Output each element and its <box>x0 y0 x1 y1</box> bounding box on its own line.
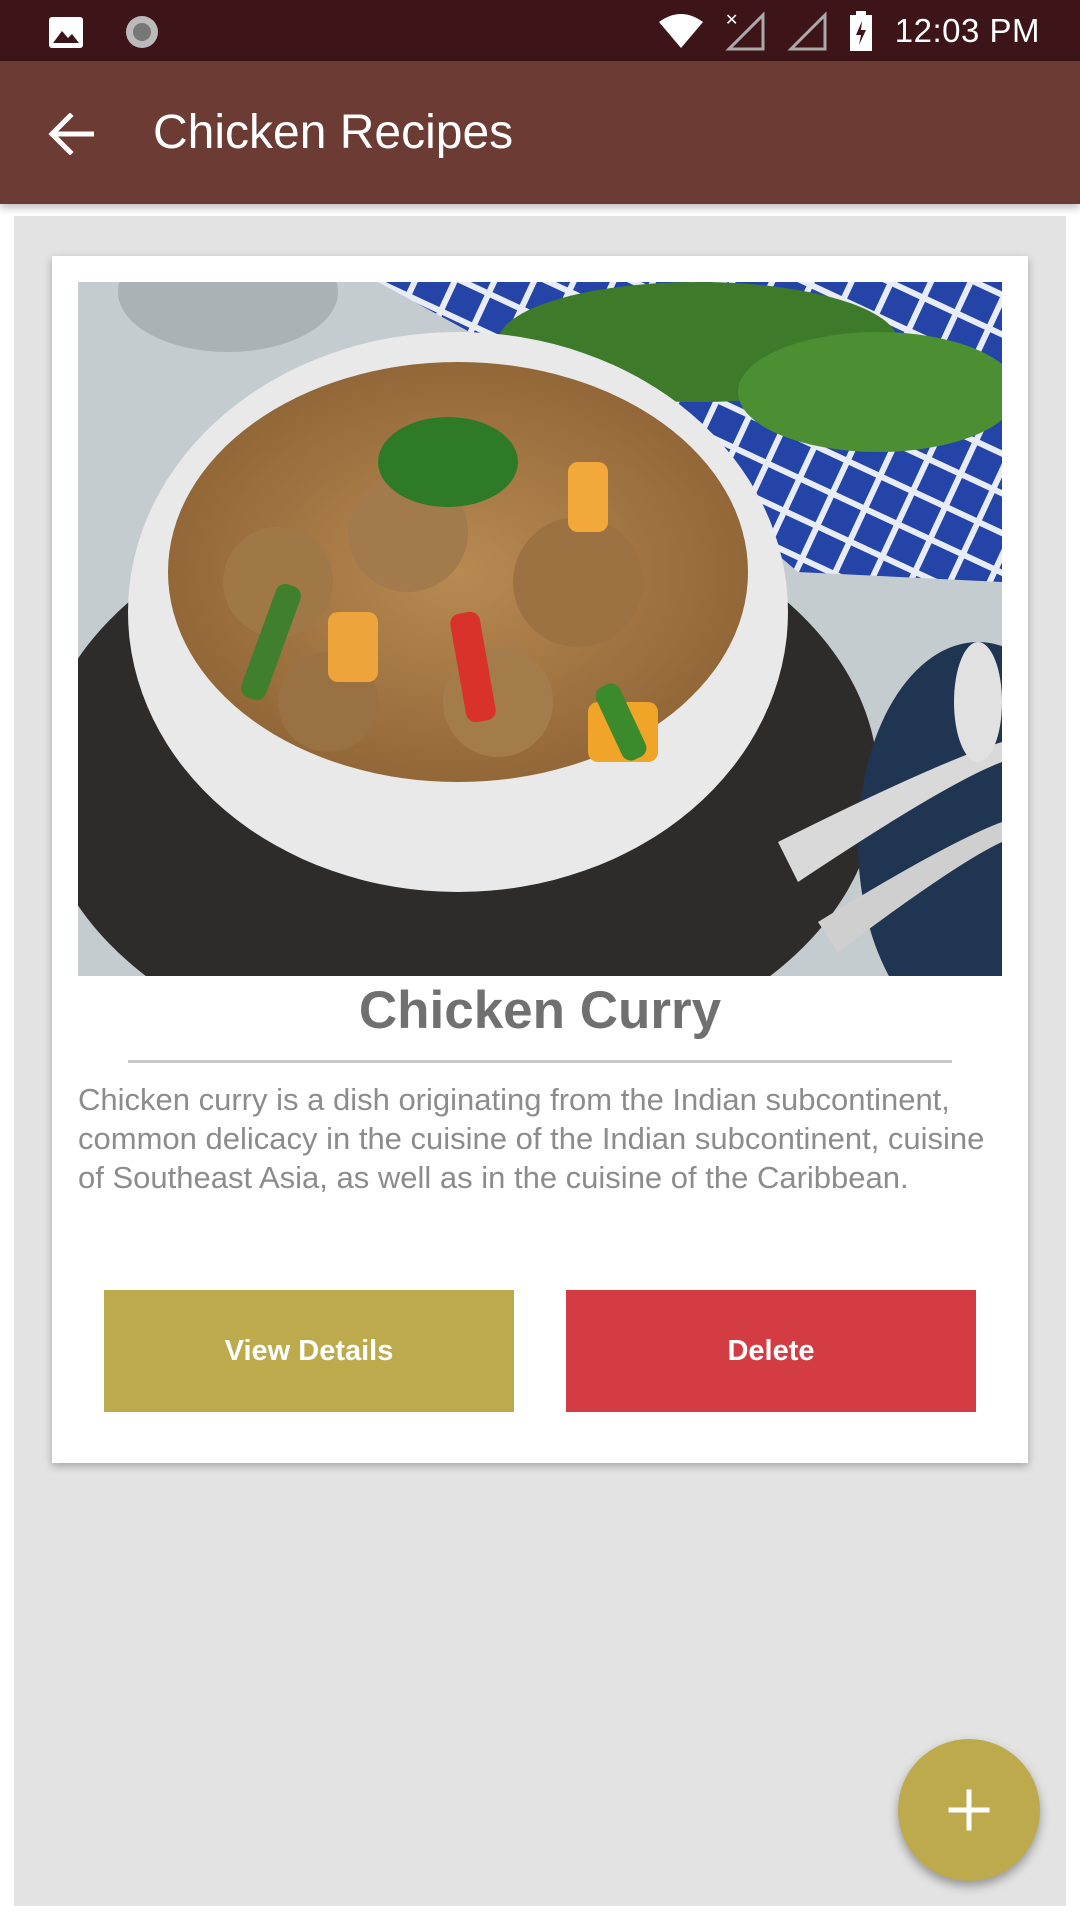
signal-icon <box>787 10 827 50</box>
wifi-icon <box>658 13 703 48</box>
back-button[interactable] <box>38 101 104 167</box>
add-recipe-button[interactable] <box>898 1739 1040 1881</box>
image-icon <box>49 16 83 48</box>
view-details-button[interactable]: View Details <box>104 1290 514 1412</box>
app-bar: Chicken Recipes <box>0 61 1080 204</box>
sync-icon <box>126 16 158 48</box>
recipe-title: Chicken Curry <box>358 981 722 1040</box>
title-divider <box>128 1060 952 1063</box>
page-title: Chicken Recipes <box>153 106 514 159</box>
recipe-image <box>78 282 1002 976</box>
recipe-description: Chicken curry is a dish originating from… <box>78 1082 985 1195</box>
recipe-card: Chicken Curry Chicken curry is a dish or… <box>52 256 1028 1463</box>
svg-text:✕: ✕ <box>725 11 738 29</box>
battery-charging-icon <box>849 10 872 51</box>
status-time: 12:03 PM <box>894 11 1040 49</box>
arrow-back-icon <box>48 113 94 155</box>
plus-icon <box>948 1789 990 1831</box>
delete-button[interactable]: Delete <box>566 1290 976 1412</box>
status-bar: ✕ 12:03 PM <box>0 0 1080 61</box>
signal-no-service-icon: ✕ <box>725 11 765 50</box>
